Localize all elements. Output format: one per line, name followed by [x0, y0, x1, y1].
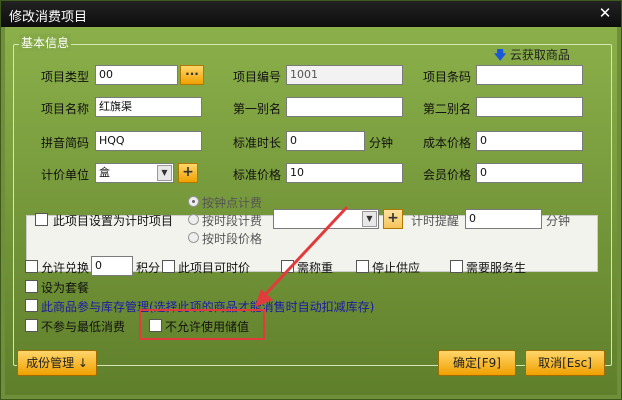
edit-item-window: 修改消费项目 ✕ 基本信息 🡇 云获取商品 项目类型 00 ··· 项目编号 1… [0, 0, 622, 400]
title-bar: 修改消费项目 ✕ [1, 1, 621, 27]
ok-button[interactable]: 确定[F9] [438, 350, 516, 376]
cancel-button[interactable]: 取消[Esc] [525, 350, 605, 376]
dialog-body: 基本信息 🡇 云获取商品 项目类型 00 ··· 项目编号 1001 项目条码 … [5, 27, 617, 395]
window-title: 修改消费项目 [9, 10, 88, 25]
cost-management-button[interactable]: 成份管理 ↓ [17, 350, 97, 376]
annotation-arrow-icon [255, 205, 349, 307]
close-icon[interactable]: ✕ [597, 4, 613, 22]
